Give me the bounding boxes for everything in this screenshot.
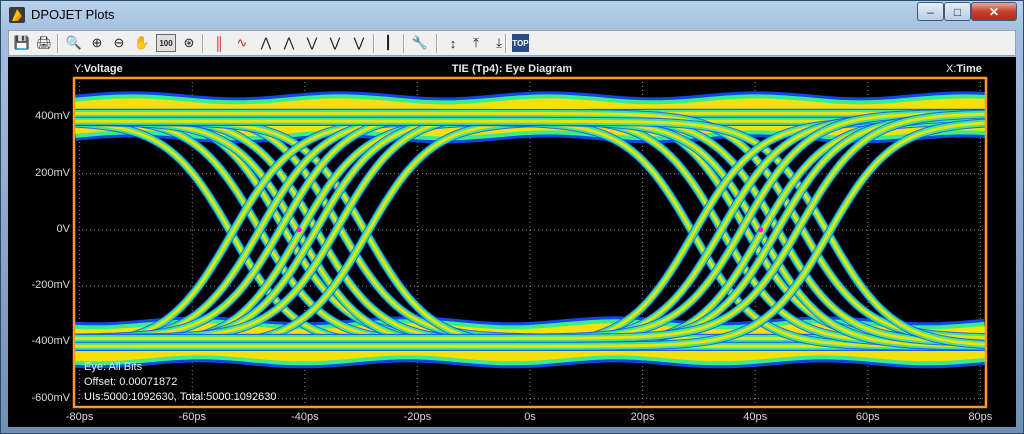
histogram-icon[interactable]: ┃ (378, 34, 398, 52)
top-icon[interactable]: TOP (512, 34, 529, 52)
plot-panel: Y:Voltage TIE (Tp4): Eye Diagram X:Time … (8, 57, 1016, 427)
wrench-icon[interactable]: 🔧 (410, 34, 430, 52)
crossing-marker (758, 227, 764, 233)
zoom-out-icon[interactable]: ⊖ (109, 34, 129, 52)
mask-icon-2[interactable]: ⋁ (325, 34, 345, 52)
reset-icon-2[interactable]: ⋀ (279, 34, 299, 52)
save-icon[interactable]: 💾 (12, 34, 32, 52)
toolbar-separator (436, 34, 438, 53)
title-bar[interactable]: DPOJET Plots – □ ✕ (1, 1, 1023, 29)
toolbar-separator (202, 34, 204, 53)
zoom-disabled-icon[interactable]: ⊛ (179, 34, 199, 52)
maximize-button[interactable]: □ (944, 2, 971, 21)
zoom-in-icon[interactable]: 🔍 (64, 34, 84, 52)
toolbar: 💾 🖨 🔍 ⊕ ⊖ ✋ 100 ⊛ ║ ∿ ⋀ ⋀ ⋁ ⋁ ⋁ ┃ 🔧 ↕ ⤒ ⤓ TOP (8, 30, 1016, 56)
toolbar-separator (57, 34, 59, 53)
mask-icon-1[interactable]: ⋁ (302, 34, 322, 52)
matlab-app-icon (9, 7, 25, 23)
print-icon[interactable]: 🖨 (34, 34, 54, 52)
legend-offset: Offset: 0.00071872 (84, 376, 178, 388)
close-button[interactable]: ✕ (971, 2, 1017, 21)
reset-icon-1[interactable]: ⋀ (256, 34, 276, 52)
crossing-marker (296, 227, 302, 233)
fit-vertical-icon[interactable]: ↕ (443, 34, 463, 52)
minimize-button[interactable]: – (917, 2, 944, 21)
zoom-100-icon[interactable]: 100 (156, 34, 176, 52)
align-top-icon[interactable]: ⤒ (466, 34, 486, 52)
toolbar-separator (505, 34, 507, 53)
cursor-waveform-icon[interactable]: ∿ (232, 34, 252, 52)
zoom-box-icon[interactable]: ⊕ (87, 34, 107, 52)
legend-uis: UIs:5000:1092630, Total:5000:1092630 (84, 391, 277, 403)
pan-hand-icon[interactable]: ✋ (132, 34, 152, 52)
mask-icon-3[interactable]: ⋁ (349, 34, 369, 52)
toolbar-separator (403, 34, 405, 53)
toolbar-separator (373, 34, 375, 53)
legend-eye: Eye: All Bits (84, 361, 143, 373)
dpojet-plots-window: DPOJET Plots – □ ✕ 💾 🖨 🔍 ⊕ ⊖ ✋ 100 ⊛ ║ ∿ ⋀ ⋀ ⋁ ⋁ ⋁ ┃ 🔧 ↕ ⤒… (0, 0, 1024, 434)
cursor-vertical-icon[interactable]: ║ (209, 34, 229, 52)
plot-legend: Eye: All Bits Offset: 0.00071872 UIs:500… (84, 360, 276, 405)
window-title: DPOJET Plots (31, 7, 115, 22)
